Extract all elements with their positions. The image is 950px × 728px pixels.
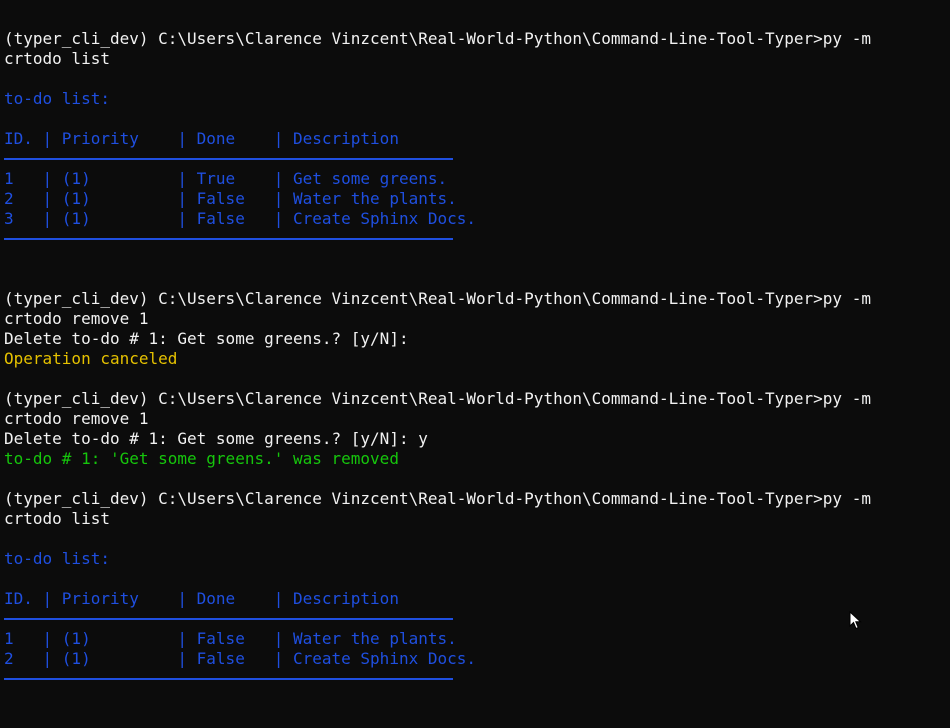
mouse-pointer-icon xyxy=(849,611,862,630)
terminal-line-prompt: (typer_cli_dev) C:\Users\Clarence Vinzce… xyxy=(4,489,871,508)
terminal-line-command: crtodo remove 1 xyxy=(4,309,149,328)
terminal-line-rule xyxy=(4,229,946,249)
terminal-line-prompt: (typer_cli_dev) C:\Users\Clarence Vinzce… xyxy=(4,289,871,308)
terminal-output: (typer_cli_dev) C:\Users\Clarence Vinzce… xyxy=(4,29,946,689)
terminal-line-warning: Operation canceled xyxy=(4,349,178,368)
terminal-line-command: crtodo list xyxy=(4,509,110,528)
terminal-line-heading: to-do list: xyxy=(4,89,110,108)
terminal-line-heading: to-do list: xyxy=(4,549,110,568)
terminal-line-output: Delete to-do # 1: Get some greens.? [y/N… xyxy=(4,329,409,348)
terminal-line-table-row: 2 | (1) | False | Create Sphinx Docs. xyxy=(4,649,477,668)
terminal-line-table-row: 2 | (1) | False | Water the plants. xyxy=(4,189,457,208)
terminal-line-command: crtodo remove 1 xyxy=(4,409,149,428)
terminal-line-output: Delete to-do # 1: Get some greens.? [y/N… xyxy=(4,429,428,448)
terminal-line-table-row: 3 | (1) | False | Create Sphinx Docs. xyxy=(4,209,477,228)
terminal-line-table-row: 1 | (1) | False | Water the plants. xyxy=(4,629,457,648)
terminal-line-rule xyxy=(4,149,946,169)
terminal-line-success: to-do # 1: 'Get some greens.' was remove… xyxy=(4,449,399,468)
terminal-line-table-header: ID. | Priority | Done | Description xyxy=(4,129,399,148)
terminal-line-command: crtodo list xyxy=(4,49,110,68)
terminal-line-prompt: (typer_cli_dev) C:\Users\Clarence Vinzce… xyxy=(4,389,871,408)
terminal-window[interactable]: (typer_cli_dev) C:\Users\Clarence Vinzce… xyxy=(0,0,950,728)
terminal-line-rule xyxy=(4,669,946,689)
terminal-line-table-header: ID. | Priority | Done | Description xyxy=(4,589,399,608)
terminal-line-rule xyxy=(4,609,946,629)
terminal-line-prompt: (typer_cli_dev) C:\Users\Clarence Vinzce… xyxy=(4,29,871,48)
terminal-line-table-row: 1 | (1) | True | Get some greens. xyxy=(4,169,448,188)
